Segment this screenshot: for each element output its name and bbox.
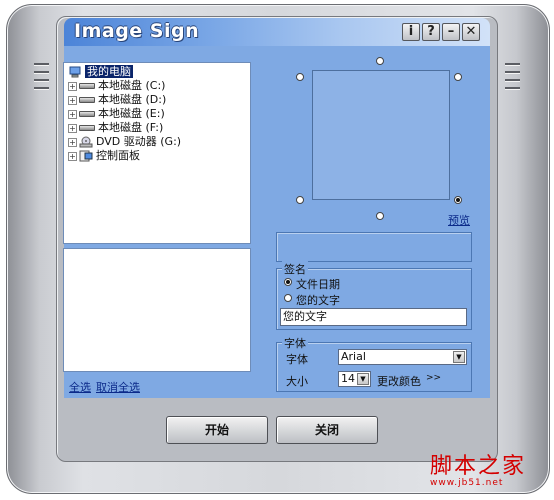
expand-icon[interactable]: + (68, 137, 77, 147)
expand-icon[interactable]: + (68, 95, 77, 105)
position-bottom-right-radio[interactable] (454, 196, 462, 204)
position-bottom-center-radio[interactable] (376, 212, 384, 220)
expand-icon[interactable]: + (68, 151, 77, 161)
left-grip-line (34, 63, 49, 66)
right-grip-line (505, 79, 520, 82)
dropdown-arrow-icon[interactable]: ▼ (357, 373, 369, 385)
font-family-label: 字体 (286, 353, 308, 366)
drive-icon (79, 111, 95, 117)
position-top-right-radio[interactable] (454, 73, 462, 81)
left-grip-line (34, 79, 49, 82)
tree-item-label: 本地磁盘 (E:) (98, 107, 165, 120)
file-date-label[interactable]: 文件日期 (296, 276, 340, 292)
position-top-center-radio[interactable] (376, 57, 384, 65)
select-all-link[interactable]: 全选 (69, 379, 91, 395)
my-computer-icon (69, 66, 81, 78)
minimize-button[interactable]: – (442, 23, 460, 41)
app-window: Image Sign i ? – ✕ 我的电脑 + 本地磁盘 (C:) + 本地磁盘… (0, 0, 554, 500)
expand-icon[interactable]: + (68, 81, 77, 91)
watermark-url: www.jb51.net (430, 478, 504, 488)
tree-item-label: 本地磁盘 (C:) (98, 79, 166, 92)
tree-root[interactable]: 我的电脑 (68, 65, 133, 79)
expand-icon[interactable]: + (68, 123, 77, 133)
empty-panel (276, 232, 472, 262)
font-size-value: 14 (341, 372, 355, 385)
folder-tree[interactable]: 我的电脑 + 本地磁盘 (C:) + 本地磁盘 (D:) + 本地磁盘 (E:) + 本… (63, 62, 251, 244)
font-size-label: 大小 (286, 375, 308, 388)
tree-item-control-panel[interactable]: + 控制面板 (68, 149, 140, 163)
right-grip-line (505, 63, 520, 66)
dropdown-arrow-icon[interactable]: ▼ (453, 351, 465, 363)
signature-text-input[interactable]: 您的文字 (280, 308, 467, 326)
file-date-radio[interactable] (284, 278, 292, 286)
custom-text-label[interactable]: 您的文字 (296, 292, 340, 308)
drive-icon (79, 97, 95, 103)
font-size-select[interactable]: 14 ▼ (338, 371, 371, 387)
position-top-left-radio[interactable] (296, 73, 304, 81)
control-panel-icon (79, 150, 93, 162)
font-family-value: Arial (341, 350, 366, 363)
tree-item-drive-d[interactable]: + 本地磁盘 (D:) (68, 93, 166, 107)
title-bar[interactable]: Image Sign i ? – ✕ (64, 18, 490, 46)
close-window-button[interactable]: ✕ (462, 23, 480, 41)
left-grip-line (34, 87, 49, 90)
font-group-label: 字体 (282, 335, 308, 351)
info-button[interactable]: i (402, 23, 420, 41)
file-list[interactable] (63, 248, 251, 372)
tree-item-drive-f[interactable]: + 本地磁盘 (F:) (68, 121, 163, 135)
preview-area (312, 70, 450, 200)
tree-item-label: 本地磁盘 (D:) (98, 93, 167, 106)
font-family-select[interactable]: Arial ▼ (338, 349, 467, 365)
tree-item-drive-e[interactable]: + 本地磁盘 (E:) (68, 107, 165, 121)
right-grip-line (505, 87, 520, 90)
tree-item-label: 控制面板 (96, 149, 140, 162)
tree-item-dvd-drive[interactable]: + DVD 驱动器 (G:) (68, 135, 181, 149)
right-grip-line (505, 71, 520, 74)
signature-group-label: 签名 (282, 261, 308, 277)
tree-item-label: DVD 驱动器 (G:) (96, 135, 182, 148)
tree-root-label: 我的电脑 (85, 65, 133, 78)
start-button[interactable]: 开始 (166, 416, 268, 444)
watermark-text: 脚本之家 (430, 454, 527, 479)
tree-item-label: 本地磁盘 (F:) (98, 121, 164, 134)
dvd-drive-icon (79, 136, 93, 148)
drive-icon (79, 125, 95, 131)
tree-item-drive-c[interactable]: + 本地磁盘 (C:) (68, 79, 165, 93)
more-options-icon[interactable]: >> (426, 373, 441, 383)
close-button[interactable]: 关闭 (276, 416, 378, 444)
deselect-all-link[interactable]: 取消全选 (96, 379, 140, 395)
custom-text-radio[interactable] (284, 294, 292, 302)
drive-icon (79, 83, 95, 89)
expand-icon[interactable]: + (68, 109, 77, 119)
app-title: Image Sign (74, 20, 200, 42)
help-button[interactable]: ? (422, 23, 440, 41)
preview-link[interactable]: 预览 (448, 212, 470, 228)
left-grip-line (34, 71, 49, 74)
change-color-button[interactable]: 更改颜色 (377, 373, 421, 389)
position-bottom-left-radio[interactable] (296, 196, 304, 204)
